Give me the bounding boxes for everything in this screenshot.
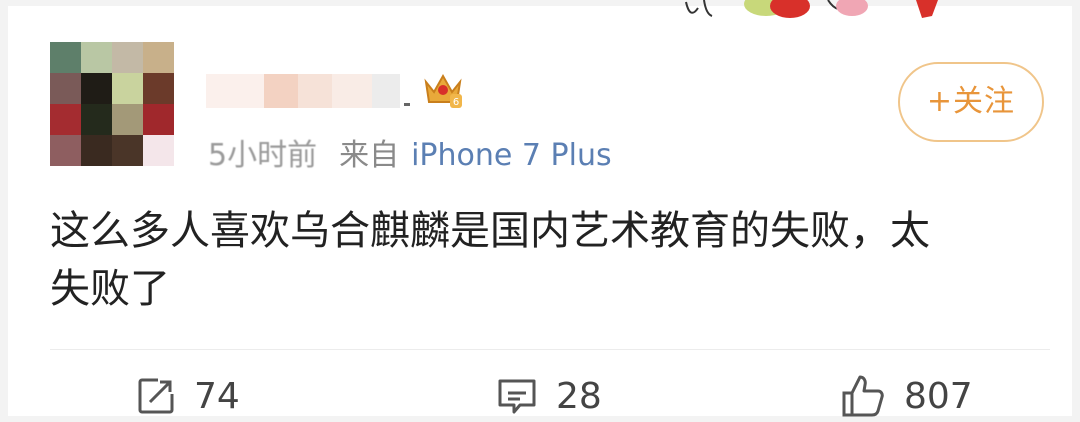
like-button[interactable]: 807 xyxy=(840,370,973,422)
comment-count: 28 xyxy=(556,375,602,417)
sticker-decoration xyxy=(685,0,938,18)
avatar[interactable] xyxy=(50,42,174,166)
share-count: 74 xyxy=(194,375,240,417)
post-content-line-1: 这么多人喜欢乌合麒麟是国内艺术教育的失败，太 xyxy=(50,208,930,254)
source-prefix: 来自 xyxy=(339,138,400,173)
post-meta: 5小时前 来自 iPhone 7 Plus xyxy=(208,136,612,176)
share-icon xyxy=(138,378,174,414)
username-blurred[interactable] xyxy=(206,72,416,110)
post-content: 这么多人喜欢乌合麒麟是国内艺术教育的失败，太 失败了 xyxy=(50,202,1050,318)
badge-level: 6 xyxy=(453,97,459,108)
comment-button[interactable]: 28 xyxy=(496,370,602,422)
weibo-post-card: 6 5小时前 来自 iPhone 7 Plus +关注 这么多人喜欢乌合麒麟是国内艺… xyxy=(8,0,1072,417)
share-button[interactable]: 74 xyxy=(136,370,240,422)
thumbs-up-icon xyxy=(842,375,884,417)
source-device-link[interactable]: iPhone 7 Plus xyxy=(411,138,612,173)
follow-button[interactable]: +关注 xyxy=(898,62,1044,142)
crown-icon: 6 xyxy=(424,73,462,108)
divider xyxy=(50,349,1050,350)
comment-icon xyxy=(498,379,536,414)
post-time: 5小时前 xyxy=(208,138,318,173)
post-content-line-2: 失败了 xyxy=(50,266,170,312)
like-count: 807 xyxy=(904,375,973,417)
